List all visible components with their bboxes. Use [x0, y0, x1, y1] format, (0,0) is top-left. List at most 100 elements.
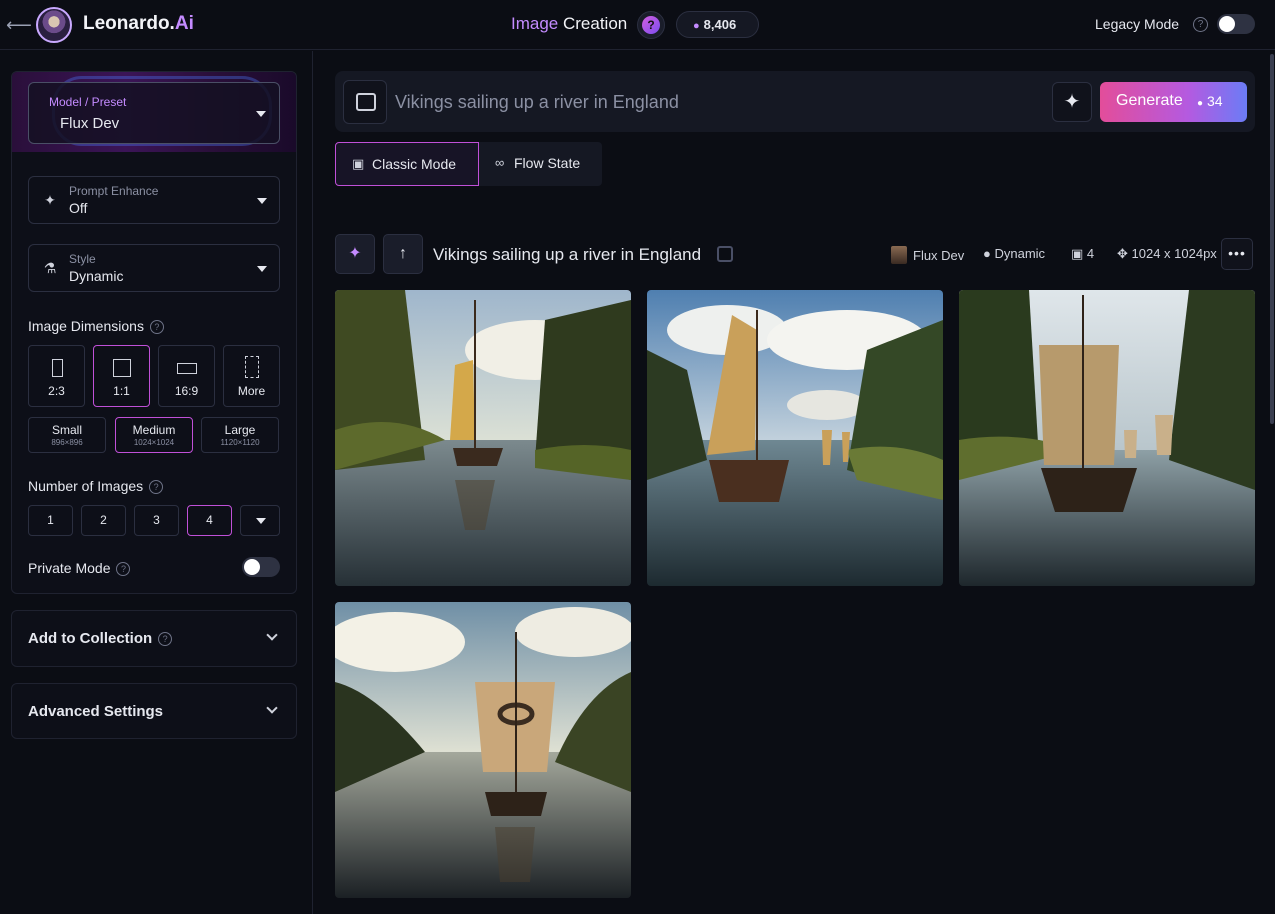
size-px: 1120×1120: [220, 438, 260, 447]
num-images-4-button[interactable]: 4: [187, 505, 232, 536]
chevron-down-icon: [266, 702, 278, 714]
generation-dimensions-value: 1024 x 1024px: [1131, 246, 1217, 261]
number-of-images-label: Number of Images: [28, 478, 144, 494]
num-images-1-button[interactable]: 1: [28, 505, 73, 536]
magic-wand-icon: ✦: [348, 245, 362, 262]
size-large-button[interactable]: Large 1120×1120: [201, 417, 279, 453]
num-images-more-button[interactable]: [240, 505, 280, 536]
logo-suffix: Ai: [174, 13, 194, 34]
copy-icon[interactable]: [717, 246, 733, 262]
token-icon: ●: [693, 20, 700, 32]
model-preset-select[interactable]: Model / Preset Flux Dev: [28, 82, 280, 144]
size-label: Medium: [132, 423, 176, 437]
help-icon[interactable]: ?: [149, 480, 164, 494]
generated-image-4[interactable]: [335, 602, 631, 898]
image-dimensions-label: Image Dimensions: [28, 318, 144, 334]
generation-style-value: Dynamic: [994, 246, 1046, 261]
infinity-icon: ∞: [495, 155, 505, 170]
model-thumbnail: [891, 246, 907, 264]
portrait-ratio-icon: [52, 359, 63, 377]
app-logo[interactable]: Leonardo.Ai: [83, 13, 194, 35]
chevron-down-icon: [257, 266, 267, 272]
help-icon[interactable]: ?: [158, 632, 173, 646]
add-to-collection-label: Add to Collection: [28, 630, 153, 647]
ratio-16-9-button[interactable]: 16:9: [158, 345, 215, 407]
generated-image-2[interactable]: [647, 290, 943, 586]
toggle-knob: [1219, 16, 1235, 32]
number-of-images-title: Number of Images?: [28, 478, 164, 494]
tab-flow-state[interactable]: ∞ Flow State: [479, 142, 602, 186]
images-icon: ▣: [1071, 246, 1087, 261]
ratio-1-1-button[interactable]: 1:1: [93, 345, 150, 407]
generate-label: Generate: [1116, 92, 1183, 109]
drop-icon: ●: [983, 246, 995, 261]
flask-icon: ⚗: [43, 260, 57, 276]
tab-classic-mode[interactable]: ▣ Classic Mode: [335, 142, 479, 186]
token-balance[interactable]: ● 8,406: [676, 11, 759, 38]
ratio-label: 2:3: [48, 384, 65, 398]
style-value: Dynamic: [69, 268, 124, 284]
ratio-label: 16:9: [174, 384, 199, 398]
help-icon[interactable]: ?: [116, 562, 131, 576]
advanced-settings-section[interactable]: Advanced Settings: [11, 683, 297, 739]
generate-button[interactable]: Generate ● 34: [1100, 82, 1247, 122]
generated-image-3[interactable]: [959, 290, 1255, 586]
ratio-label: More: [237, 384, 266, 398]
scrollbar-thumb[interactable]: [1270, 54, 1274, 424]
chevron-down-icon: [257, 198, 267, 204]
sparkle-icon: ✦: [1063, 91, 1081, 113]
size-label: Small: [51, 423, 82, 437]
generated-image-1[interactable]: [335, 290, 631, 586]
generate-cost-value: 34: [1206, 93, 1223, 109]
private-mode-toggle[interactable]: [242, 557, 280, 577]
generation-model-value: Flux Dev: [913, 248, 965, 263]
private-mode-label: Private Mode: [28, 560, 111, 576]
custom-ratio-icon: [245, 356, 259, 378]
size-medium-button[interactable]: Medium 1024×1024: [115, 417, 193, 453]
generation-prompt: Vikings sailing up a river in England: [433, 245, 702, 264]
help-button[interactable]: ?: [637, 11, 665, 39]
prompt-enhance-label: Prompt Enhance: [69, 184, 159, 198]
model-preset-value: Flux Dev: [60, 115, 120, 132]
private-mode-title: Private Mode?: [28, 560, 131, 576]
style-select[interactable]: ⚗ Style Dynamic: [28, 244, 280, 292]
image-guidance-button[interactable]: [343, 80, 387, 124]
generation-style: ● Dynamic: [983, 246, 1045, 261]
generation-model: Flux Dev: [891, 246, 964, 264]
add-to-collection-section[interactable]: Add to Collection?: [11, 610, 297, 667]
viking-ship-image: [959, 290, 1255, 586]
legacy-help-icon[interactable]: ?: [1193, 17, 1208, 32]
token-balance-value: 8,406: [703, 17, 737, 32]
size-px: 1024×1024: [133, 438, 175, 447]
arrow-up-icon: ↑: [399, 245, 407, 262]
num-images-2-button[interactable]: 2: [81, 505, 126, 536]
generation-settings-panel: Model / Preset Flux Dev ✦ Prompt Enhance…: [11, 71, 297, 594]
upscale-button[interactable]: ↑: [383, 234, 423, 274]
prompt-enhance-value: Off: [69, 200, 88, 216]
prompt-input[interactable]: [395, 89, 1035, 115]
landscape-ratio-icon: [177, 363, 197, 374]
square-ratio-icon: [113, 359, 131, 377]
page-title: Image Creation: [511, 14, 627, 34]
reuse-prompt-button[interactable]: ✦: [335, 234, 375, 274]
page-title-part2: Creation: [558, 14, 628, 33]
size-small-button[interactable]: Small 896×896: [28, 417, 106, 453]
size-label: Large: [224, 423, 256, 437]
collapse-sidebar-icon[interactable]: ⟵: [6, 14, 32, 36]
prompt-magic-button[interactable]: ✦: [1052, 82, 1092, 122]
viking-ship-image: [335, 602, 631, 898]
ratio-2-3-button[interactable]: 2:3: [28, 345, 85, 407]
tab-label: Classic Mode: [372, 156, 457, 172]
help-icon[interactable]: ?: [149, 320, 164, 334]
prompt-bar: ✦ Generate ● 34: [335, 71, 1255, 132]
chevron-down-icon: [256, 111, 266, 117]
legacy-mode-toggle[interactable]: [1217, 14, 1255, 34]
top-bar: ⟵ Leonardo.Ai Image Creation ? ● 8,406 Le…: [0, 0, 1275, 50]
size-px: 896×896: [51, 438, 83, 447]
prompt-enhance-select[interactable]: ✦ Prompt Enhance Off: [28, 176, 280, 224]
more-options-button[interactable]: •••: [1221, 238, 1253, 270]
ratio-more-button[interactable]: More: [223, 345, 280, 407]
logo-icon[interactable]: [36, 7, 72, 43]
num-images-3-button[interactable]: 3: [134, 505, 179, 536]
advanced-settings-title: Advanced Settings: [28, 703, 164, 720]
